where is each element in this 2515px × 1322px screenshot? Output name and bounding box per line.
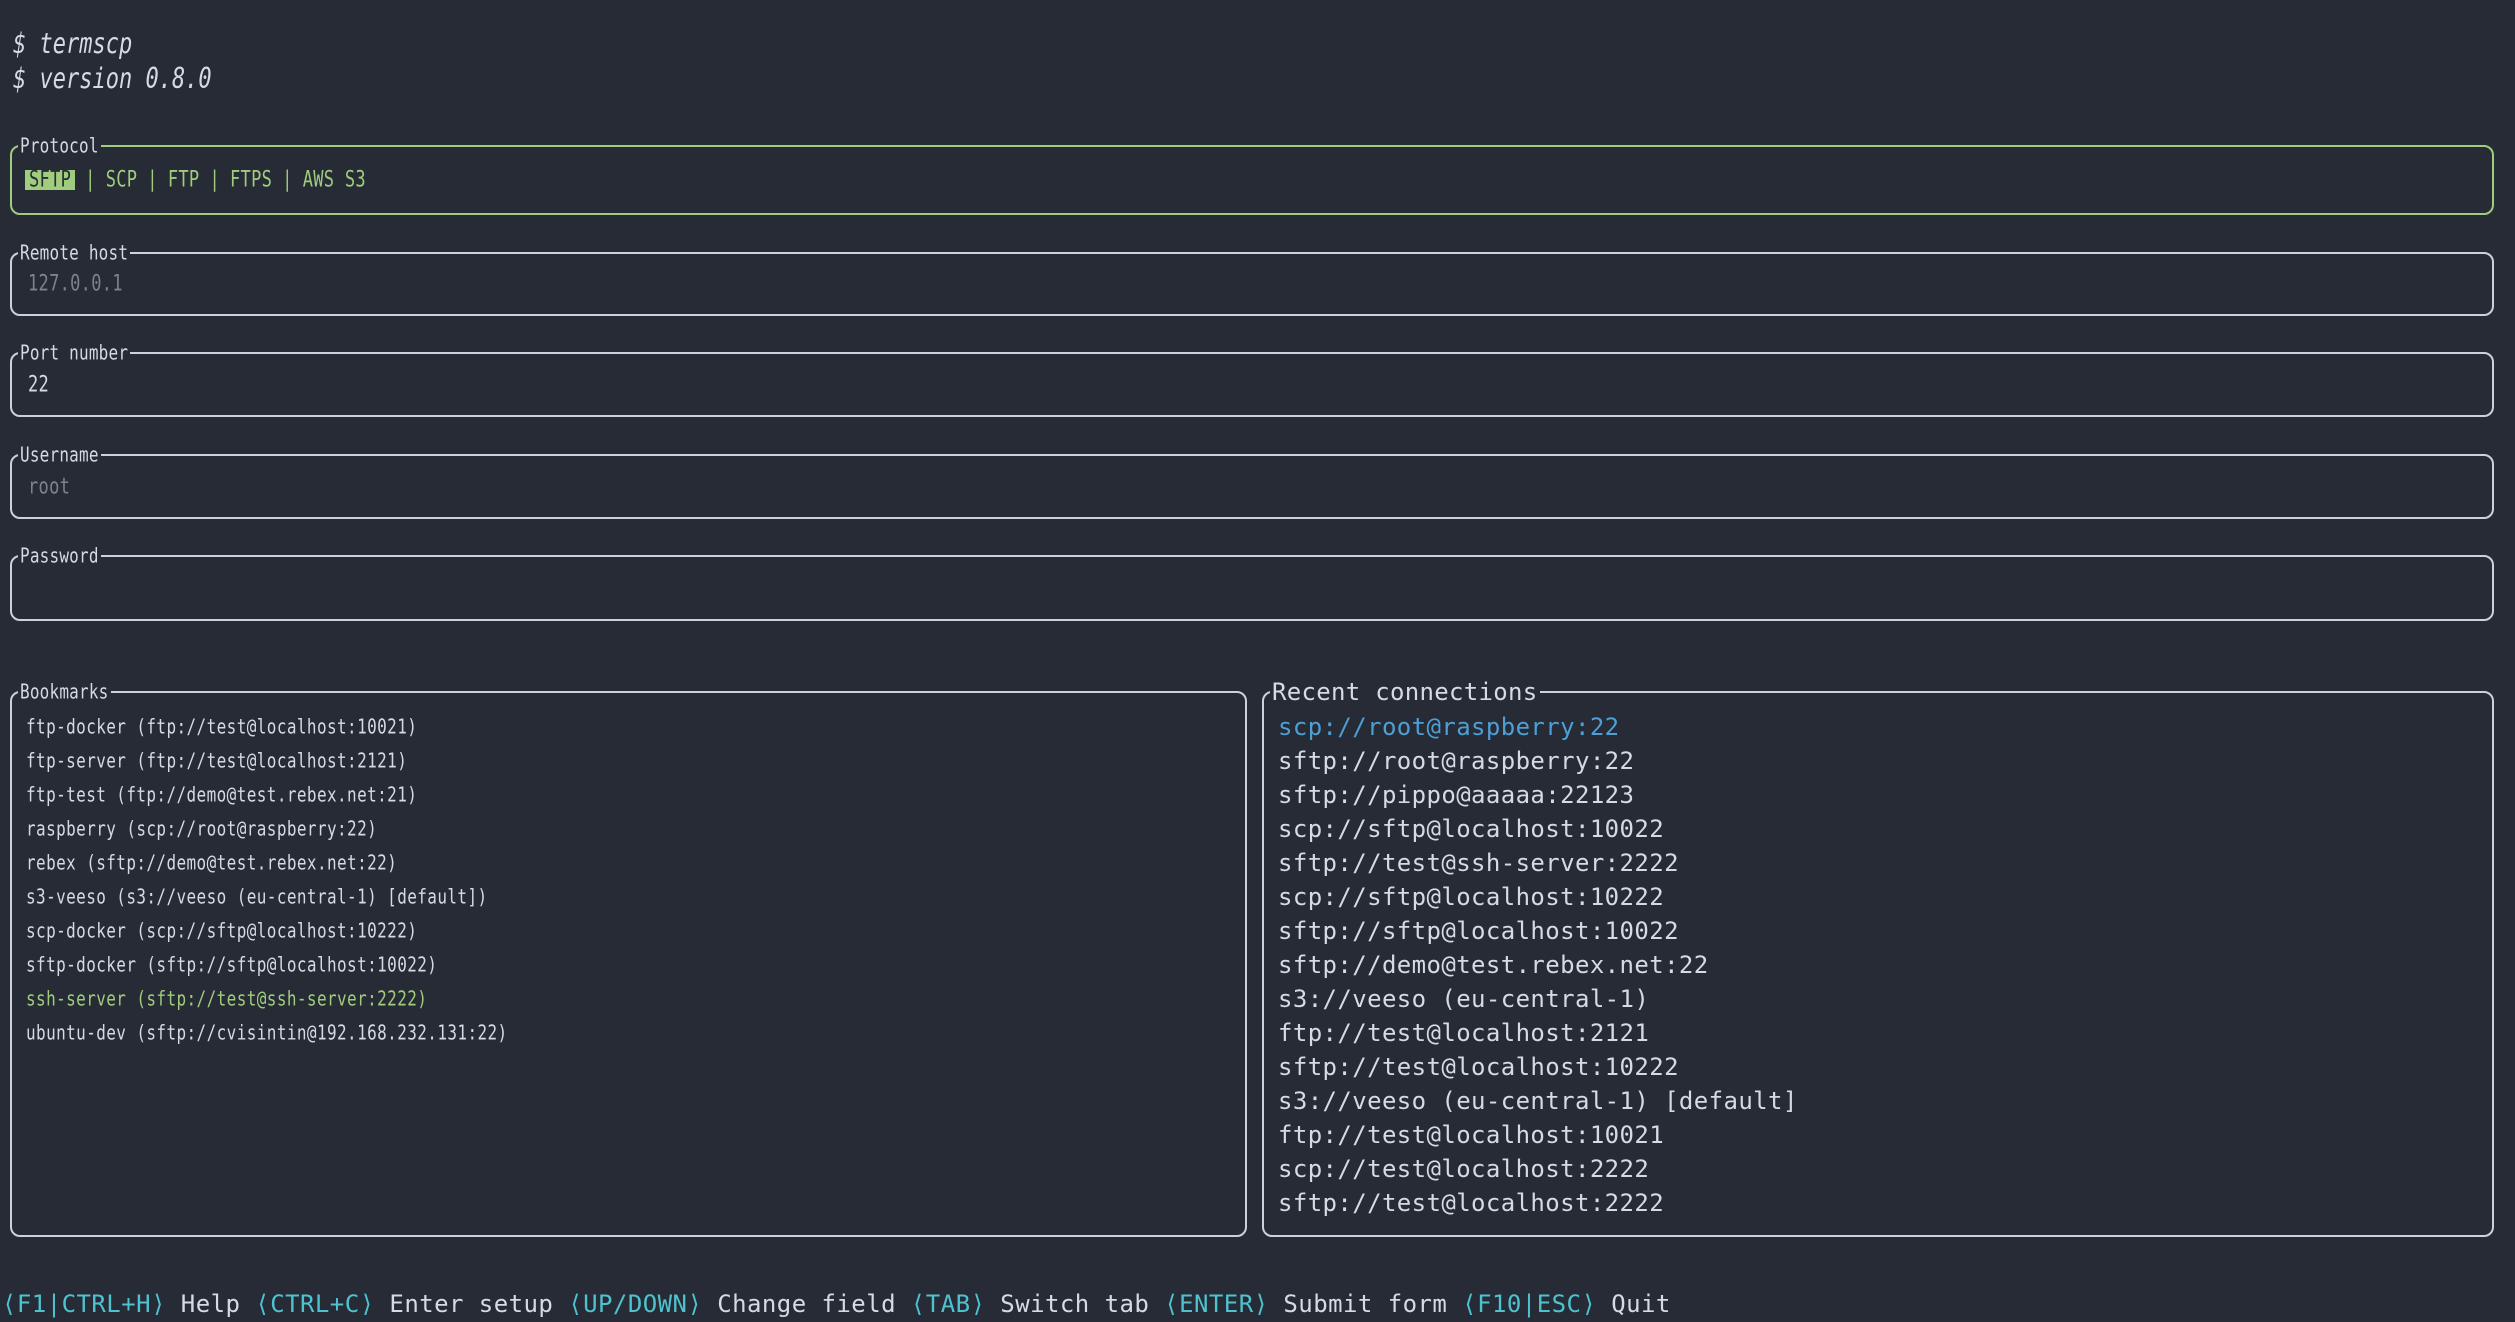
password-field[interactable]: Password <box>10 555 2494 621</box>
protocol-group: Protocol SFTP|SCP|FTP|FTPS|AWS S3 <box>10 145 2494 215</box>
bookmark-item[interactable]: ubuntu-dev (sftp://cvisintin@192.168.232… <box>26 1016 1239 1050</box>
port-number-input[interactable]: 22 <box>28 354 49 415</box>
protocol-tab-sftp[interactable]: SFTP <box>25 170 75 190</box>
keybinding-action: Submit form <box>1269 1290 1463 1318</box>
recent-connection-item[interactable]: sftp://demo@test.rebex.net:22 <box>1278 948 2486 982</box>
recent-connection-item[interactable]: sftp://pippo@aaaaa:22123 <box>1278 778 2486 812</box>
bookmark-item[interactable]: ftp-docker (ftp://test@localhost:10021) <box>26 710 1239 744</box>
keybinding-key: ⟨UP/DOWN⟩ <box>568 1290 702 1318</box>
recent-connections-panel: Recent connections scp://root@raspberry:… <box>1262 691 2494 1237</box>
recent-connection-item[interactable]: sftp://test@ssh-server:2222 <box>1278 846 2486 880</box>
protocol-tab-ftp[interactable]: FTP <box>168 170 200 190</box>
bookmarks-panel-label: Bookmarks <box>18 682 111 701</box>
recent-connection-item[interactable]: sftp://root@raspberry:22 <box>1278 744 2486 778</box>
remote-host-input[interactable]: 127.0.0.1 <box>28 254 123 314</box>
keybinding-action: Change field <box>702 1290 911 1318</box>
keybinding-key: ⟨ENTER⟩ <box>1164 1290 1268 1318</box>
bookmark-item[interactable]: sftp-docker (sftp://sftp@localhost:10022… <box>26 948 1239 982</box>
keybinding-key: ⟨F1|CTRL+H⟩ <box>2 1290 166 1318</box>
protocol-tab-aws-s3[interactable]: AWS S3 <box>303 170 366 190</box>
terminal-prompt-line-1: $ termscp <box>13 31 132 59</box>
keybinding-action: Help <box>166 1290 255 1318</box>
protocol-tab-separator: | <box>282 167 293 193</box>
terminal-version-text: $ version 0.8.0 <box>13 62 212 98</box>
recent-connection-item[interactable]: sftp://sftp@localhost:10022 <box>1278 914 2486 948</box>
bookmark-item[interactable]: ftp-test (ftp://demo@test.rebex.net:21) <box>26 778 1239 812</box>
protocol-tabs: SFTP | SCP | FTP | FTPS | AWS S3 <box>25 147 366 213</box>
keybinding-action: Quit <box>1596 1290 1671 1318</box>
recent-connection-item[interactable]: sftp://test@localhost:2222 <box>1278 1186 2486 1220</box>
bookmark-item[interactable]: rebex (sftp://demo@test.rebex.net:22) <box>26 846 1239 880</box>
recent-connection-item[interactable]: sftp://test@localhost:10222 <box>1278 1050 2486 1084</box>
recent-connection-item[interactable]: scp://sftp@localhost:10022 <box>1278 812 2486 846</box>
bookmark-item[interactable]: ssh-server (sftp://test@ssh-server:2222) <box>26 982 1239 1016</box>
termscp-auth-screen: $ termscp $ version 0.8.0 Protocol SFTP|… <box>0 0 2515 1322</box>
recent-connection-item[interactable]: scp://sftp@localhost:10222 <box>1278 880 2486 914</box>
terminal-version-line: $ version 0.8.0 <box>13 66 212 94</box>
bookmark-item[interactable]: scp-docker (scp://sftp@localhost:10222) <box>26 914 1239 948</box>
username-input[interactable]: root <box>28 456 70 517</box>
terminal-prompt-text-1: $ termscp <box>13 27 132 63</box>
bookmark-item[interactable]: raspberry (scp://root@raspberry:22) <box>26 812 1239 846</box>
recent-connections-panel-label: Recent connections <box>1270 678 1540 706</box>
bookmark-item[interactable]: s3-veeso (s3://veeso (eu-central-1) [def… <box>26 880 1239 914</box>
username-field[interactable]: Username root <box>10 454 2494 519</box>
recent-connection-item[interactable]: s3://veeso (eu-central-1) <box>1278 982 2486 1016</box>
bookmark-item[interactable]: ftp-server (ftp://test@localhost:2121) <box>26 744 1239 778</box>
protocol-tab-separator: | <box>209 167 220 193</box>
recent-connections-list: scp://root@raspberry:22sftp://root@raspb… <box>1278 710 2486 1220</box>
keybinding-action: Enter setup <box>375 1290 569 1318</box>
remote-host-field[interactable]: Remote host 127.0.0.1 <box>10 252 2494 316</box>
protocol-tab-scp[interactable]: SCP <box>106 170 138 190</box>
keybinding-key: ⟨CTRL+C⟩ <box>255 1290 374 1318</box>
keybinding-action: Switch tab <box>985 1290 1164 1318</box>
protocol-tab-ftps[interactable]: FTPS <box>230 170 272 190</box>
keybinding-help-bar: ⟨F1|CTRL+H⟩ Help ⟨CTRL+C⟩ Enter setup ⟨U… <box>2 1289 1671 1319</box>
keybinding-key: ⟨TAB⟩ <box>911 1290 986 1318</box>
recent-connection-item[interactable]: scp://root@raspberry:22 <box>1278 710 2486 744</box>
bookmarks-panel: Bookmarks ftp-docker (ftp://test@localho… <box>10 691 1247 1237</box>
protocol-tab-separator: | <box>147 167 158 193</box>
keybinding-key: ⟨F10|ESC⟩ <box>1462 1290 1596 1318</box>
password-label: Password <box>18 546 101 565</box>
protocol-tab-separator: | <box>85 167 96 193</box>
bookmarks-list: ftp-docker (ftp://test@localhost:10021)f… <box>26 710 1239 1050</box>
port-number-field[interactable]: Port number 22 <box>10 352 2494 417</box>
recent-connection-item[interactable]: ftp://test@localhost:2121 <box>1278 1016 2486 1050</box>
recent-connection-item[interactable]: scp://test@localhost:2222 <box>1278 1152 2486 1186</box>
recent-connection-item[interactable]: s3://veeso (eu-central-1) [default] <box>1278 1084 2486 1118</box>
recent-connection-item[interactable]: ftp://test@localhost:10021 <box>1278 1118 2486 1152</box>
